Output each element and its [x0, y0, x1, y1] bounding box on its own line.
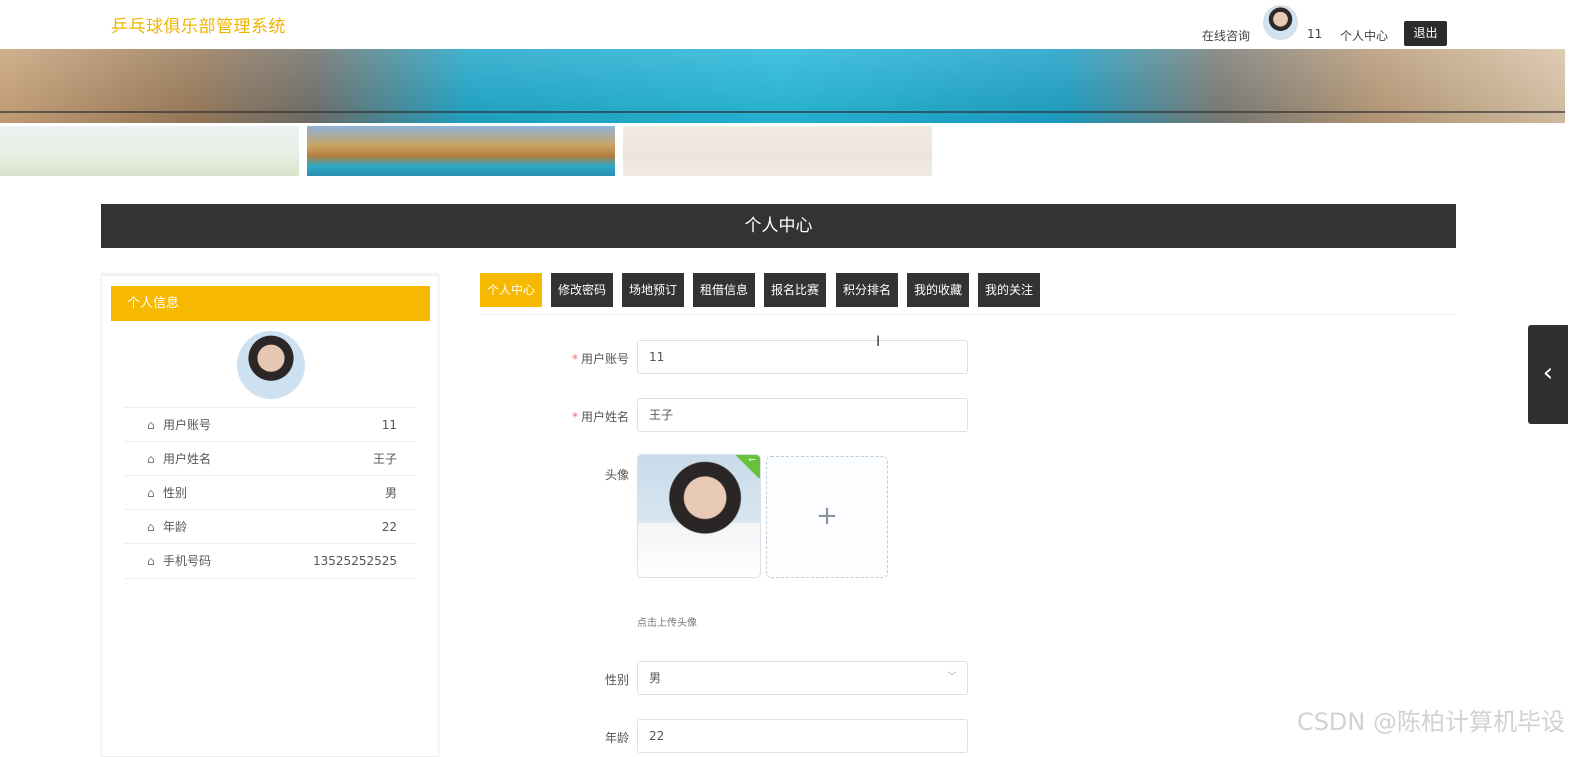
chevron-left-icon: ‹ — [1542, 358, 1554, 388]
check-icon: ✓ — [733, 455, 760, 479]
tab-profile-center[interactable]: 个人中心 — [480, 273, 542, 307]
info-label: 年龄 — [163, 520, 188, 534]
info-value: 男 — [384, 486, 397, 500]
brand-title[interactable]: 乒乓球俱乐部管理系统 — [111, 12, 286, 37]
text-cursor-icon: I — [876, 334, 881, 350]
personal-info-card: 个人信息 ⌂ 用户账号 11 ⌂ 用户姓名 王子 ⌂ 性别 男 ⌂ 年龄 22 … — [101, 273, 439, 757]
gender-select[interactable]: 男 ﹀ — [637, 661, 968, 695]
info-value: 22 — [381, 520, 397, 534]
profile-avatar — [237, 331, 305, 399]
chevron-down-icon: ﹀ — [947, 672, 957, 683]
uploaded-avatar-preview[interactable]: ✓ — [637, 454, 761, 578]
info-row-age: ⌂ 年龄 22 — [124, 509, 416, 544]
info-label: 用户姓名 — [163, 452, 212, 466]
info-row-gender: ⌂ 性别 男 — [124, 475, 416, 510]
home-icon: ⌂ — [147, 452, 155, 466]
carousel-thumb-1[interactable] — [0, 126, 299, 176]
profile-center-link[interactable]: 个人中心 — [1340, 27, 1388, 44]
tab-my-follows[interactable]: 我的关注 — [978, 273, 1040, 307]
required-mark: * — [571, 410, 578, 424]
carousel-thumb-2[interactable] — [307, 126, 615, 176]
tab-change-password[interactable]: 修改密码 — [551, 273, 613, 307]
carousel-thumb-3[interactable] — [623, 126, 932, 176]
info-row-name: ⌂ 用户姓名 王子 — [124, 441, 416, 476]
tab-my-favorites[interactable]: 我的收藏 — [907, 273, 969, 307]
top-bar: 乒乓球俱乐部管理系统 在线咨询 11 个人中心 退出 — [0, 0, 1585, 49]
home-icon: ⌂ — [147, 486, 155, 500]
upload-avatar-button[interactable]: + — [766, 456, 888, 578]
card-title: 个人信息 — [111, 286, 430, 321]
watermark: CSDN @陈柏计算机毕设 — [1296, 708, 1565, 736]
section-title: 个人中心 — [101, 204, 1456, 248]
online-consult-link[interactable]: 在线咨询 — [1202, 27, 1250, 44]
avatar-label: 头像 — [604, 468, 629, 482]
info-label: 用户账号 — [163, 418, 212, 432]
gender-label: 性别 — [604, 673, 629, 687]
side-panel-toggle[interactable]: ‹ — [1528, 325, 1568, 424]
info-row-phone: ⌂ 手机号码 13525252525 — [124, 543, 416, 579]
info-value: 11 — [381, 418, 397, 432]
info-label: 性别 — [163, 486, 188, 500]
name-input[interactable]: 王子 — [637, 398, 968, 432]
logout-button[interactable]: 退出 — [1404, 21, 1447, 46]
home-icon: ⌂ — [147, 520, 155, 534]
home-icon: ⌂ — [147, 418, 155, 432]
username-label[interactable]: 11 — [1307, 27, 1322, 41]
age-input[interactable]: 22 — [637, 719, 968, 753]
upload-tip: 点击上传头像 — [637, 618, 697, 629]
user-avatar[interactable] — [1263, 5, 1298, 40]
required-mark: * — [571, 352, 578, 366]
account-label: * 用户账号 — [571, 352, 629, 366]
tab-rental-info[interactable]: 租借信息 — [693, 273, 755, 307]
info-value: 13525252525 — [313, 554, 397, 568]
tab-match-signup[interactable]: 报名比赛 — [764, 273, 826, 307]
age-label: 年龄 — [604, 731, 629, 745]
tab-venue-booking[interactable]: 场地预订 — [622, 273, 684, 307]
name-label: * 用户姓名 — [571, 410, 629, 424]
tab-points-ranking[interactable]: 积分排名 — [836, 273, 898, 307]
info-label: 手机号码 — [163, 554, 212, 568]
info-row-account: ⌂ 用户账号 11 — [124, 407, 416, 442]
home-icon: ⌂ — [147, 554, 155, 568]
info-value: 王子 — [372, 452, 397, 466]
banner-image — [0, 49, 1565, 123]
account-input[interactable]: 11 — [637, 340, 968, 374]
tabs-divider — [480, 314, 1456, 315]
